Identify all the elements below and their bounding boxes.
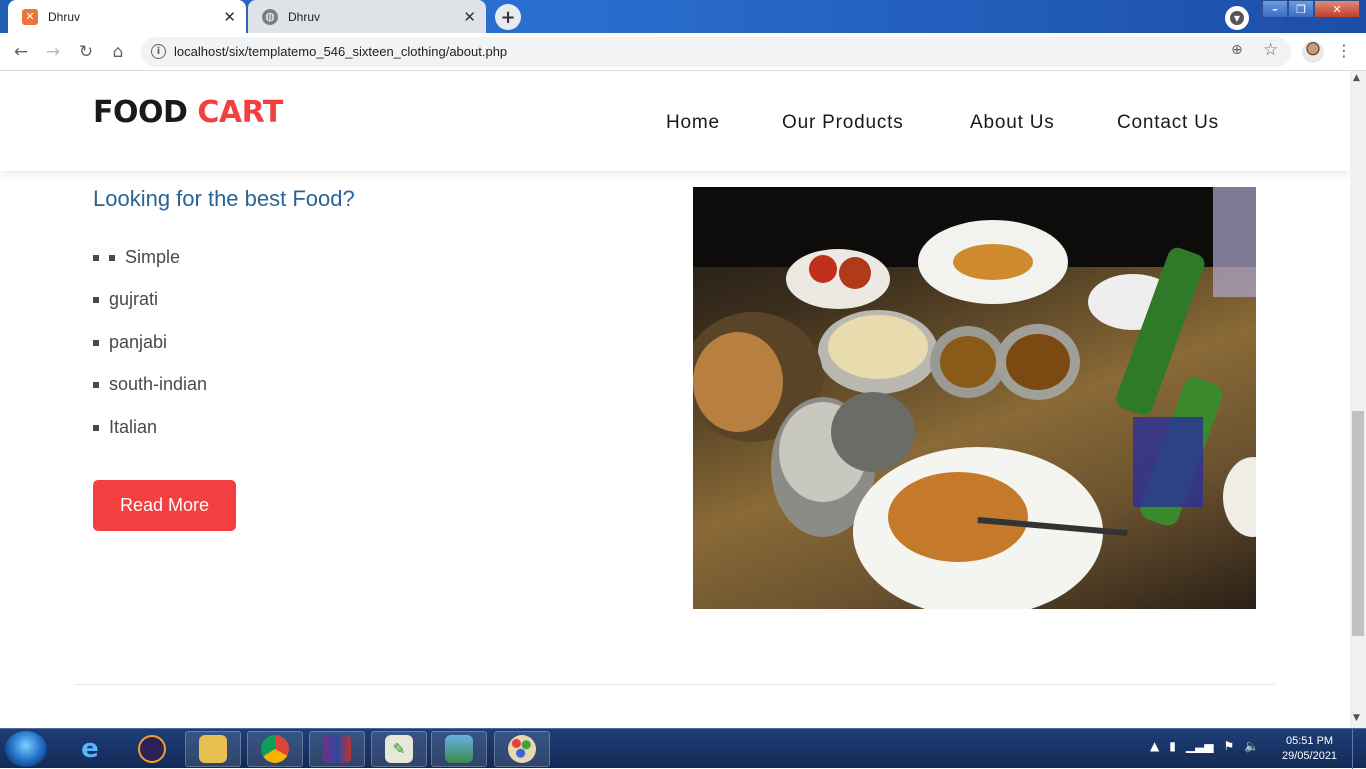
winrar-icon [323,735,351,763]
bullet-icon [93,254,99,261]
kebab-menu-icon[interactable]: ⋮ [1336,41,1352,60]
list-item-text: Italian [109,417,158,437]
list-item: panjabi [93,332,167,353]
url-text[interactable]: localhost/six/templatemo_546_sixteen_clo… [174,44,507,59]
profile-avatar[interactable] [1302,41,1324,63]
zoom-icon[interactable]: ⊕ [1231,42,1243,58]
list-item-text: Simple [125,247,181,267]
bullet-icon [93,296,99,303]
scroll-up-icon[interactable]: ▲ [1353,73,1360,83]
window-controls: – ❐ ✕ [1262,0,1360,18]
taskbar-paint[interactable] [494,731,550,767]
browser-title-bar: ✕ Dhruv ✕ ◍ Dhruv ✕ + ▼ – ❐ ✕ [0,0,1366,33]
list-item: Simple [93,247,180,268]
close-window-button[interactable]: ✕ [1314,0,1360,18]
clock-time: 05:51 PM [1285,735,1334,747]
nav-contact-us[interactable]: Contact Us [1117,112,1219,134]
taskbar-chrome[interactable] [247,731,303,767]
windows-start-icon[interactable] [5,731,47,767]
info-icon[interactable]: i [151,44,166,59]
battery-icon[interactable]: ▮ [1169,739,1176,753]
bullet-icon [93,424,99,431]
system-clock[interactable]: 05:51 PM 29/05/2021 [1282,734,1337,764]
close-tab-icon[interactable]: ✕ [463,8,476,26]
clock-date: 29/05/2021 [1282,750,1338,762]
section-heading: Looking for the best Food? [93,186,355,211]
list-item: south-indian [93,374,207,395]
scroll-down-icon[interactable]: ▼ [1353,713,1360,723]
scrollbar-thumb[interactable] [1352,411,1364,636]
taskbar-internet-explorer[interactable]: e [62,731,118,767]
taskbar-notepad[interactable]: ✎ [371,731,427,767]
section-divider [75,684,1275,685]
xampp-icon: ✕ [22,8,38,25]
tab-dhruv-active[interactable]: ✕ Dhruv ✕ [8,0,246,33]
browser-toolbar: ← → ↻ ⌂ i localhost/six/templatemo_546_s… [0,33,1366,71]
folder-icon [199,735,227,763]
taskbar-winrar[interactable] [309,731,365,767]
close-tab-icon[interactable]: ✕ [223,8,236,26]
chevron-down-icon: ▼ [1230,11,1244,25]
internet-explorer-icon: e [81,734,99,764]
tab-search-button[interactable]: ▼ [1225,6,1249,30]
taskbar-file-explorer[interactable] [185,731,241,767]
show-desktop-button[interactable] [1352,729,1366,769]
food-photo-illustration [693,187,1256,609]
new-tab-button[interactable]: + [495,4,521,30]
bullet-icon [93,339,99,346]
eclipse-icon [138,735,166,763]
globe-icon: ◍ [262,8,278,25]
notepad-icon: ✎ [385,735,413,763]
signal-icon[interactable]: ▁▃▅ [1186,739,1214,753]
show-hidden-icons-icon[interactable]: ▲ [1150,739,1159,753]
back-arrow-icon[interactable]: ← [10,41,32,63]
nav-our-products[interactable]: Our Products [782,112,904,134]
maximize-button[interactable]: ❐ [1288,0,1314,18]
volume-icon[interactable]: 🔈 [1244,739,1259,753]
list-item-text: gujrati [109,289,159,309]
taskbar-eclipse[interactable] [124,731,180,767]
bullet-icon [109,254,115,261]
list-item-text: panjabi [109,332,168,352]
logo-cart: CART [197,95,283,130]
bullet-icon [93,381,99,388]
tab-title: Dhruv [288,9,321,24]
site-logo[interactable]: FOOD CART [93,95,283,130]
forward-arrow-icon[interactable]: → [42,41,64,63]
chrome-icon [261,735,289,763]
address-bar[interactable]: i localhost/six/templatemo_546_sixteen_c… [141,37,1291,67]
tab-title: Dhruv [48,9,81,24]
windows-taskbar: e ✎ ▲ ▮ ▁▃▅ ⚑ 🔈 05:51 PM 29/05/2021 [0,728,1366,769]
paint-palette-icon [508,735,536,763]
photos-icon [445,735,473,763]
nav-about-us[interactable]: About Us [970,112,1055,134]
food-photo [693,187,1256,609]
read-more-button[interactable]: Read More [93,480,236,531]
flag-icon[interactable]: ⚑ [1224,739,1235,753]
page-scrollbar[interactable]: ▲ ▼ [1350,71,1366,728]
reload-icon[interactable]: ↻ [75,41,97,63]
list-item: Italian [93,417,157,438]
taskbar-photos[interactable] [431,731,487,767]
bookmark-star-icon[interactable]: ☆ [1263,40,1278,60]
home-icon[interactable]: ⌂ [107,41,129,63]
logo-food: FOOD [93,95,188,130]
site-header: FOOD CART Home Our Products About Us Con… [0,71,1350,171]
tab-dhruv-inactive[interactable]: ◍ Dhruv ✕ [248,0,486,33]
web-page: FOOD CART Home Our Products About Us Con… [0,71,1350,728]
list-item-text: south-indian [109,374,208,394]
nav-home[interactable]: Home [666,112,720,134]
list-item: gujrati [93,289,158,310]
system-tray: ▲ ▮ ▁▃▅ ⚑ 🔈 [1150,739,1259,753]
minimize-button[interactable]: – [1262,0,1288,18]
